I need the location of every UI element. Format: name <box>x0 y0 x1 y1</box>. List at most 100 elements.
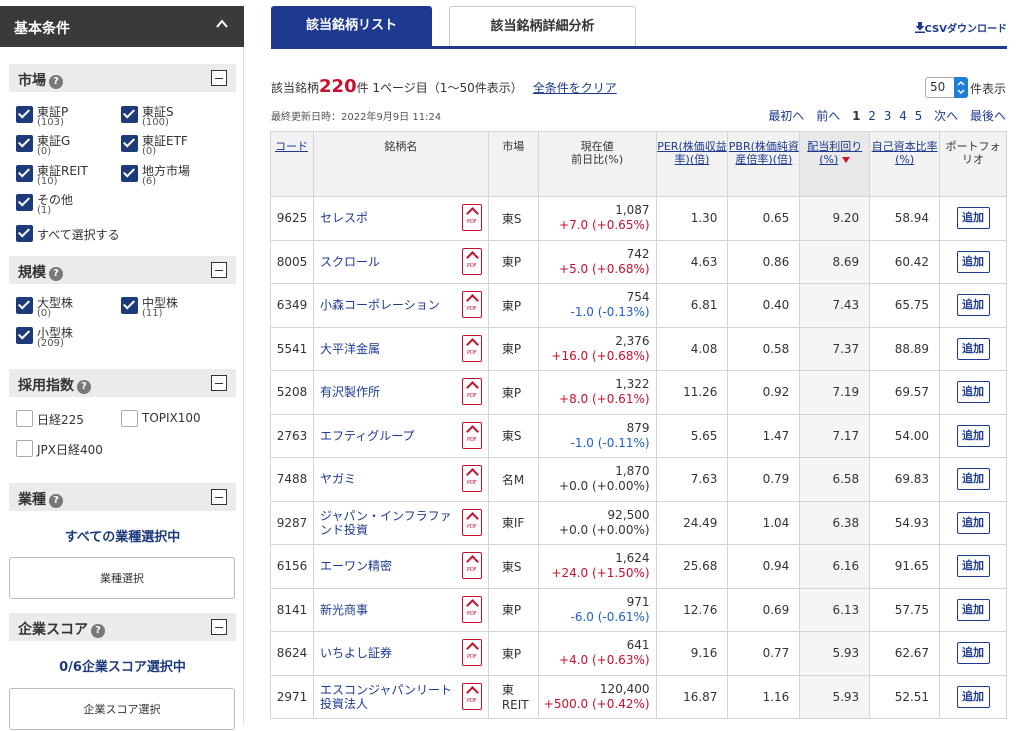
stock-name-link[interactable]: ジャパン・インフラファンド投資 <box>320 509 455 537</box>
col-per[interactable]: PER(株価収益率)(倍) <box>655 131 729 197</box>
pager-page-5[interactable]: 5 <box>915 109 923 123</box>
stock-name-link[interactable]: 小森コーポレーション <box>320 298 455 312</box>
help-icon[interactable]: ? <box>49 75 63 89</box>
col-pbr[interactable]: PBR(株価純資産倍率)(倍) <box>727 131 801 197</box>
add-to-portfolio-button[interactable]: 追加 <box>956 381 990 404</box>
checkbox[interactable] <box>121 410 138 427</box>
index-title: 採用指数 <box>18 378 74 394</box>
stock-name-link[interactable]: いちよし証券 <box>320 646 455 660</box>
add-to-portfolio-button[interactable]: 追加 <box>956 685 990 708</box>
stock-name-link[interactable]: エフティグループ <box>320 429 455 443</box>
add-to-portfolio-button[interactable]: 追加 <box>956 294 990 317</box>
pager-page-2[interactable]: 2 <box>868 109 876 123</box>
cell-code: 5208 <box>270 370 314 415</box>
pdf-icon[interactable]: PDF <box>461 595 482 623</box>
stock-name-link[interactable]: エーワン精密 <box>320 559 455 573</box>
col-yield[interactable]: 配当利回り(%) <box>799 131 871 197</box>
checkbox[interactable] <box>121 106 138 123</box>
col-equity[interactable]: 自己資本比率(%) <box>869 131 941 197</box>
collapse-icon[interactable] <box>211 262 227 278</box>
stock-name-link[interactable]: セレスポ <box>320 211 455 225</box>
checkbox[interactable] <box>16 410 33 427</box>
checkbox[interactable] <box>16 327 33 344</box>
help-icon[interactable]: ? <box>49 494 63 508</box>
cell-equity: 54.00 <box>869 413 941 458</box>
industry-select-button[interactable]: 業種選択 <box>9 557 235 599</box>
pdf-icon[interactable]: PDF <box>461 247 482 275</box>
pdf-icon[interactable]: PDF <box>461 552 482 579</box>
checkbox[interactable] <box>16 106 33 123</box>
col-yield-label[interactable]: 配当利回り(%) <box>807 140 862 166</box>
col-pbr-label[interactable]: PBR(株価純資産倍率)(倍) <box>729 140 799 166</box>
col-code[interactable]: コード <box>270 131 314 197</box>
pdf-icon[interactable]: PDF <box>461 682 482 710</box>
checkbox[interactable] <box>121 165 138 182</box>
pdf-icon[interactable]: PDF <box>461 508 482 536</box>
collapse-icon[interactable] <box>211 619 227 635</box>
col-market: 市場 <box>487 131 539 197</box>
checkbox[interactable] <box>121 135 138 152</box>
add-to-portfolio-button[interactable]: 追加 <box>956 555 990 578</box>
add-to-portfolio-button[interactable]: 追加 <box>956 468 990 491</box>
select-all-checkbox[interactable] <box>16 225 33 242</box>
csv-download-link[interactable]: CSVダウンロード <box>914 20 1007 35</box>
add-to-portfolio-button[interactable]: 追加 <box>956 511 990 534</box>
per-page-select[interactable]: 50 <box>925 77 968 98</box>
add-to-portfolio-button[interactable]: 追加 <box>956 642 990 665</box>
collapse-icon[interactable] <box>211 375 227 391</box>
select-all-label[interactable]: すべて選択する <box>37 226 120 243</box>
checkbox[interactable] <box>16 165 33 182</box>
stock-name-link[interactable]: エスコンジャパンリート投資法人 <box>320 683 455 711</box>
help-icon[interactable]: ? <box>77 380 91 394</box>
pdf-icon[interactable]: PDF <box>461 421 482 449</box>
help-icon[interactable]: ? <box>91 624 105 638</box>
pdf-icon[interactable]: PDF <box>461 378 482 405</box>
pager-page-1[interactable]: 1 <box>852 109 860 123</box>
add-to-portfolio-button[interactable]: 追加 <box>956 250 990 273</box>
tab-detail-analysis[interactable]: 該当銘柄詳細分析 <box>449 6 636 46</box>
pager-first[interactable]: 最初へ <box>768 109 804 123</box>
chevron-up-icon[interactable] <box>216 18 228 30</box>
pdf-icon[interactable]: PDF <box>461 291 482 318</box>
pdf-label: PDF <box>466 306 477 312</box>
pdf-icon[interactable]: PDF <box>461 465 482 492</box>
pdf-icon[interactable]: PDF <box>461 334 482 362</box>
add-to-portfolio-button[interactable]: 追加 <box>956 337 990 360</box>
spinner-icon[interactable] <box>954 77 968 98</box>
add-to-portfolio-button[interactable]: 追加 <box>956 598 990 621</box>
pdf-icon[interactable]: PDF <box>461 204 482 231</box>
help-icon[interactable]: ? <box>49 267 63 281</box>
col-equity-label[interactable]: 自己資本比率(%) <box>872 140 938 166</box>
price-change: -1.0 (-0.11%) <box>570 435 650 450</box>
add-to-portfolio-button[interactable]: 追加 <box>956 424 990 447</box>
stock-name-link[interactable]: スクロール <box>320 255 455 269</box>
checkbox-count: (10) <box>37 176 58 187</box>
pager-prev[interactable]: 前へ <box>816 109 840 123</box>
stock-name-link[interactable]: 新光商事 <box>320 603 455 617</box>
checkbox-label[interactable]: TOPIX100 <box>142 411 201 425</box>
checkbox-label[interactable]: 日経225 <box>37 411 84 428</box>
pager-page-3[interactable]: 3 <box>884 109 892 123</box>
pager-next[interactable]: 次へ <box>934 109 958 123</box>
tab-stock-list[interactable]: 該当銘柄リスト <box>271 6 432 46</box>
add-to-portfolio-button[interactable]: 追加 <box>956 207 990 230</box>
pdf-label: PDF <box>466 262 477 269</box>
collapse-icon[interactable] <box>211 489 227 505</box>
pager-page-4[interactable]: 4 <box>899 109 907 123</box>
stock-name-link[interactable]: 有沢製作所 <box>320 385 455 399</box>
checkbox-label[interactable]: JPX日経400 <box>37 441 103 458</box>
collapse-icon[interactable] <box>211 70 227 86</box>
checkbox[interactable] <box>16 135 33 152</box>
col-code-label[interactable]: コード <box>275 140 308 153</box>
checkbox[interactable] <box>121 297 138 314</box>
pdf-icon[interactable]: PDF <box>461 639 482 666</box>
clear-all-link[interactable]: 全条件をクリア <box>533 81 617 95</box>
checkbox[interactable] <box>16 297 33 314</box>
pager-last[interactable]: 最後へ <box>970 109 1006 123</box>
checkbox[interactable] <box>16 194 33 211</box>
checkbox[interactable] <box>16 440 33 457</box>
basic-conditions-header[interactable]: 基本条件 <box>0 6 244 47</box>
stock-name-link[interactable]: ヤガミ <box>320 472 455 486</box>
col-per-label[interactable]: PER(株価収益率)(倍) <box>657 140 727 166</box>
stock-name-link[interactable]: 大平洋金属 <box>320 342 455 356</box>
